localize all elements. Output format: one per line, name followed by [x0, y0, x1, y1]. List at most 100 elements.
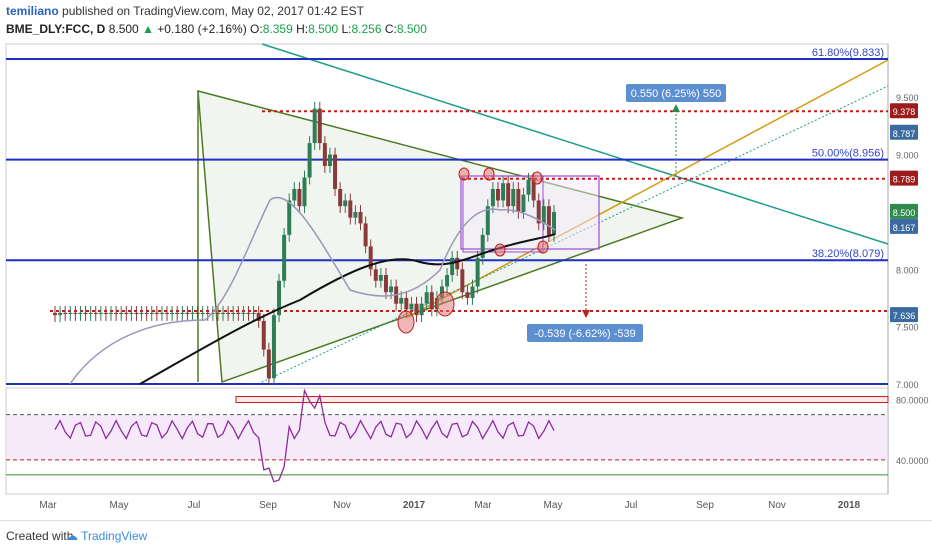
candle-body: [327, 154, 332, 167]
x-axis-tick: Nov: [768, 500, 786, 511]
created-with-text: Created with: [6, 529, 74, 543]
candle-body: [83, 312, 88, 315]
candle-body: [475, 257, 480, 287]
price-badge-label: 9.378: [893, 107, 916, 117]
candle-body: [399, 297, 404, 304]
x-axis-tick: Sep: [696, 500, 714, 511]
candle-body: [180, 312, 185, 315]
candle-body: [297, 188, 302, 207]
y-axis-tick: 8.000: [896, 265, 919, 275]
candle-body: [134, 312, 139, 315]
candle-body: [419, 303, 424, 316]
fib-label: 50.00%(8.956): [812, 148, 884, 160]
candle-body: [266, 349, 271, 379]
candle-body: [378, 275, 383, 281]
candle-body: [521, 194, 526, 212]
candle-body: [98, 312, 103, 315]
candle-body: [506, 183, 511, 207]
candle-body: [190, 312, 195, 315]
candle-body: [165, 312, 170, 315]
candle-body: [501, 183, 506, 201]
candle-body: [338, 188, 343, 207]
x-axis-tick: Mar: [474, 500, 492, 511]
x-axis-tick: 2018: [838, 500, 861, 511]
candle-body: [460, 269, 465, 293]
candle-body: [541, 206, 546, 224]
candle-body: [343, 200, 348, 207]
candle-body: [516, 188, 521, 212]
candle-body: [73, 312, 78, 315]
candle-body: [195, 312, 200, 315]
candle-body: [200, 312, 205, 315]
candle-body: [450, 257, 455, 276]
candle-body: [175, 312, 180, 315]
highlight-circle: [537, 240, 549, 254]
candle-body: [389, 286, 394, 293]
x-axis-tick: May: [110, 500, 129, 511]
price-badge-label: 8.167: [893, 223, 916, 233]
candle-body: [215, 312, 220, 315]
candle-body: [404, 297, 409, 310]
candle-body: [511, 188, 516, 207]
candle-body: [124, 312, 129, 315]
candle-body: [287, 200, 292, 235]
candle-body: [383, 275, 388, 293]
candle-body: [552, 211, 556, 235]
x-axis-tick: Jul: [188, 500, 201, 511]
x-axis-tick: May: [544, 500, 563, 511]
candle-body: [68, 312, 73, 315]
candle-body: [271, 315, 276, 379]
y-axis-tick: 7.000: [896, 380, 919, 390]
highlight-circle: [458, 167, 470, 181]
candle-body: [103, 312, 108, 315]
candle-body: [470, 286, 475, 298]
candle-body: [358, 211, 363, 224]
candle-body: [236, 312, 241, 315]
candle-body: [205, 312, 210, 315]
rsi-axis-tick: 80.0000: [896, 396, 929, 406]
candle-body: [490, 188, 495, 207]
candle-body: [251, 312, 256, 315]
measure-down-label: -0.539 (-6.62%) -539: [534, 328, 636, 340]
highlight-circle: [531, 171, 543, 185]
candle-body: [226, 312, 231, 315]
candle-body: [414, 303, 419, 316]
x-axis-tick: Mar: [39, 500, 57, 511]
candle-body: [445, 275, 450, 287]
candle-body: [317, 108, 322, 144]
price-badge-label: 8.787: [893, 129, 916, 139]
candle-body: [129, 312, 134, 315]
tradingview-brand: TradingView: [81, 529, 148, 543]
fib-label: 38.20%(8.079): [812, 248, 884, 260]
x-axis-tick: Jul: [625, 500, 638, 511]
candle-body: [246, 312, 251, 315]
y-axis-tick: 9.500: [896, 93, 919, 103]
candle-body: [159, 312, 164, 315]
candle-body: [302, 177, 307, 207]
candle-body: [185, 312, 190, 315]
price-chart[interactable]: 61.80%(9.833) 50.00%(8.956) 38.20%(8.079) 0…: [0, 0, 932, 520]
highlight-circle-low: [397, 310, 415, 334]
fib-label: 61.80%(9.833): [812, 47, 884, 59]
candle-body: [241, 312, 246, 315]
candle-body: [170, 312, 175, 315]
candle-body: [348, 200, 353, 218]
tradingview-logo[interactable]: ☁ TradingView: [66, 529, 147, 543]
highlight-circle-low: [435, 291, 455, 317]
measure-up-label: 0.550 (6.25%) 550: [631, 88, 722, 100]
candle-body: [109, 312, 114, 315]
candle-body: [526, 179, 531, 195]
candle-body: [307, 143, 312, 178]
tradingview-logo-icon: ☁: [66, 529, 82, 543]
candle-body: [119, 312, 124, 315]
candle-body: [88, 312, 93, 315]
candle-body: [312, 108, 317, 144]
candle-body: [149, 312, 154, 315]
candle-body: [363, 223, 368, 247]
candle-body: [114, 312, 119, 315]
candle-body: [465, 292, 470, 298]
candle-body: [78, 312, 83, 315]
candle-body: [495, 188, 500, 201]
candle-body: [58, 312, 63, 316]
candle-body: [144, 312, 149, 315]
